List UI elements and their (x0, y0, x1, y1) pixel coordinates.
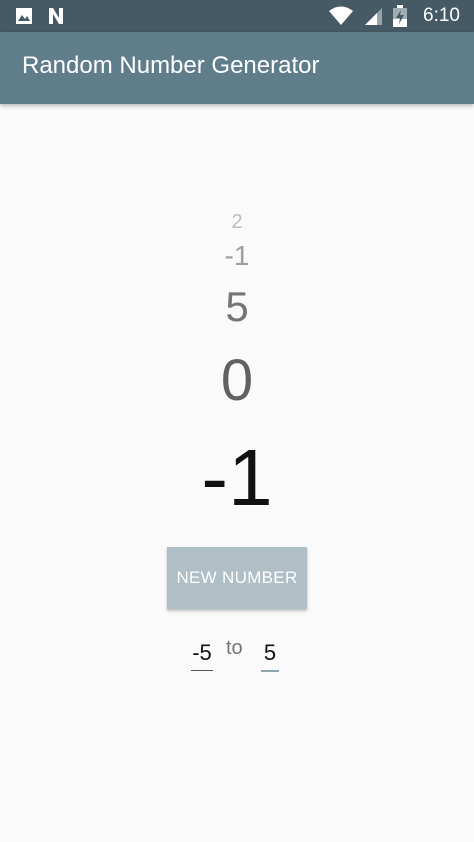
cell-signal-icon (365, 8, 383, 25)
screen: 6:10 Random Number Generator 2 -1 5 0 -1… (0, 0, 474, 842)
battery-charging-icon (393, 5, 408, 27)
status-bar: 6:10 (0, 0, 474, 32)
range-separator-label: to (226, 637, 243, 659)
history-number-2: 5 (225, 283, 249, 330)
history-number-4: 2 (231, 211, 243, 233)
n-notification-icon (49, 8, 63, 24)
new-number-button[interactable]: NEW NUMBER (167, 547, 307, 609)
app-title: Random Number Generator (22, 52, 320, 79)
history-number-3: -1 (224, 240, 250, 271)
current-number: -1 (201, 433, 273, 522)
image-icon (16, 8, 32, 24)
range-min-input[interactable] (191, 636, 213, 671)
app-bar: Random Number Generator (0, 32, 474, 104)
history-number-1: 0 (220, 348, 254, 413)
range-max-input[interactable] (261, 636, 279, 672)
wifi-icon (329, 6, 354, 25)
status-time: 6:10 (423, 5, 460, 26)
